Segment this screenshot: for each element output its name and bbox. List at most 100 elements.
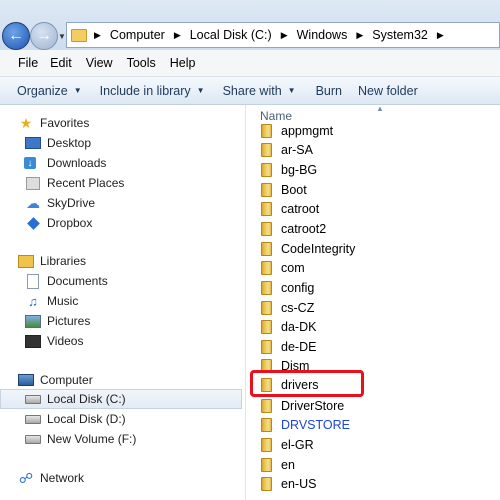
nav-label: Libraries: [40, 254, 87, 268]
list-item[interactable]: ar-SA: [261, 140, 313, 160]
file-name: cs-CZ: [281, 301, 315, 315]
menu-view[interactable]: View: [86, 56, 113, 70]
list-item[interactable]: config: [261, 278, 314, 298]
menu-tools[interactable]: Tools: [127, 56, 156, 70]
folder-icon: [261, 143, 272, 157]
address-bar[interactable]: ▶ Computer ▶ Local Disk (C:) ▶ Windows ▶…: [66, 22, 500, 48]
nav-item-documents[interactable]: Documents: [25, 271, 267, 291]
file-name: Boot: [281, 183, 307, 197]
list-item[interactable]: el-GR: [261, 435, 314, 455]
breadcrumb-local-disk-c[interactable]: Local Disk (C:): [190, 28, 272, 42]
cloud-icon: ☁: [26, 194, 40, 211]
menu-help[interactable]: Help: [170, 56, 196, 70]
desktop-icon: [25, 137, 41, 149]
command-bar: Organize ▼ Include in library ▼ Share with…: [0, 77, 500, 105]
list-item[interactable]: de-DE: [261, 337, 316, 357]
nav-favorites-header[interactable]: ★ Favorites: [18, 113, 260, 133]
menu-file[interactable]: File: [18, 56, 38, 70]
breadcrumb-system32[interactable]: System32: [372, 28, 428, 42]
nav-label: Pictures: [47, 314, 91, 328]
file-name: de-DE: [281, 340, 317, 354]
list-item[interactable]: appmgmt: [261, 121, 333, 141]
file-name: en-US: [281, 477, 317, 491]
chevron-down-icon: ▼: [287, 86, 296, 95]
hard-drive-icon: [25, 414, 41, 424]
nav-item-videos[interactable]: Videos: [25, 331, 267, 351]
folder-icon: [261, 438, 272, 452]
libraries-icon: [18, 254, 34, 268]
breadcrumb-windows[interactable]: Windows: [297, 28, 348, 42]
list-item[interactable]: DriverStore: [261, 396, 344, 416]
breadcrumb-separator-icon[interactable]: ▶: [437, 30, 444, 41]
downloads-icon: ↓: [24, 157, 36, 169]
folder-icon: [261, 222, 272, 236]
file-name: appmgmt: [281, 124, 334, 138]
list-item[interactable]: bg-BG: [261, 160, 317, 180]
hard-drive-icon: [25, 394, 41, 404]
address-bar-area: ← → ▼ ▶ Computer ▶ Local Disk (C:) ▶ Win…: [0, 0, 500, 50]
nav-label: Documents: [47, 274, 108, 288]
forward-button[interactable]: →: [30, 22, 58, 50]
folder-icon: [261, 458, 272, 472]
nav-item-skydrive[interactable]: ☁ SkyDrive: [25, 193, 267, 213]
nav-item-new-volume-f[interactable]: New Volume (F:): [25, 429, 267, 449]
nav-item-local-disk-c[interactable]: Local Disk (C:): [0, 389, 242, 409]
nav-item-desktop[interactable]: Desktop: [25, 133, 267, 153]
list-item[interactable]: com: [261, 258, 305, 278]
list-item[interactable]: catroot2: [261, 219, 326, 239]
file-name: el-GR: [281, 438, 314, 452]
list-item[interactable]: Boot: [261, 180, 307, 200]
music-icon: ♫: [28, 293, 38, 309]
list-item[interactable]: en: [261, 455, 295, 475]
share-with-button[interactable]: Share with ▼: [223, 84, 296, 98]
nav-label: Music: [47, 294, 79, 308]
folder-icon: [261, 261, 272, 275]
nav-computer-header[interactable]: Computer: [18, 370, 260, 390]
videos-icon: [25, 334, 41, 348]
nav-network-header[interactable]: ☍ Network: [18, 468, 260, 488]
nav-label: Dropbox: [47, 216, 93, 230]
new-folder-button[interactable]: New folder: [358, 84, 418, 98]
list-item[interactable]: catroot: [261, 199, 319, 219]
include-in-library-label: Include in library: [99, 83, 191, 98]
folder-icon: [261, 242, 272, 256]
list-item[interactable]: DRVSTORE: [261, 415, 350, 435]
nav-item-dropbox[interactable]: Dropbox: [25, 213, 267, 233]
menu-edit[interactable]: Edit: [50, 56, 72, 70]
list-item[interactable]: cs-CZ: [261, 298, 314, 318]
nav-item-pictures[interactable]: Pictures: [25, 311, 267, 331]
sort-up-icon: ▲: [376, 105, 384, 113]
list-item[interactable]: CodeIntegrity: [261, 239, 355, 259]
folder-icon: [71, 28, 87, 42]
file-name: en: [281, 458, 295, 472]
nav-label: Local Disk (D:): [47, 412, 126, 426]
navigation-pane: ★ Favorites Desktop ↓ Downloads Recent P…: [0, 105, 246, 500]
organize-button[interactable]: Organize ▼: [17, 84, 82, 98]
breadcrumb-separator-icon[interactable]: ▶: [356, 30, 363, 41]
nav-item-local-disk-d[interactable]: Local Disk (D:): [25, 409, 267, 429]
folder-icon: [261, 301, 272, 315]
file-name: ar-SA: [281, 143, 313, 157]
breadcrumb-separator-icon[interactable]: ▶: [94, 30, 101, 41]
share-with-label: Share with: [222, 83, 282, 98]
nav-item-recent-places[interactable]: Recent Places: [25, 173, 267, 193]
breadcrumb-separator-icon[interactable]: ▶: [174, 30, 181, 41]
breadcrumb-computer[interactable]: Computer: [110, 28, 165, 42]
documents-icon: [27, 273, 39, 289]
nav-item-music[interactable]: ♫ Music: [25, 291, 267, 311]
back-button[interactable]: ←: [2, 22, 30, 50]
nav-label: Downloads: [47, 156, 107, 170]
menu-bar: File Edit View Tools Help: [0, 50, 500, 77]
file-name: config: [281, 281, 315, 295]
include-in-library-button[interactable]: Include in library ▼: [100, 84, 205, 98]
list-item[interactable]: en-US: [261, 474, 316, 494]
recent-pages-dropdown[interactable]: ▼: [58, 32, 66, 41]
burn-button[interactable]: Burn: [316, 84, 342, 98]
computer-icon: [18, 374, 34, 386]
nav-label: Desktop: [47, 136, 92, 150]
nav-item-downloads[interactable]: ↓ Downloads: [24, 153, 267, 173]
list-item[interactable]: da-DK: [261, 317, 316, 337]
recent-places-icon: [26, 176, 40, 190]
breadcrumb-separator-icon[interactable]: ▶: [281, 30, 288, 41]
nav-libraries-header[interactable]: Libraries: [18, 251, 260, 271]
